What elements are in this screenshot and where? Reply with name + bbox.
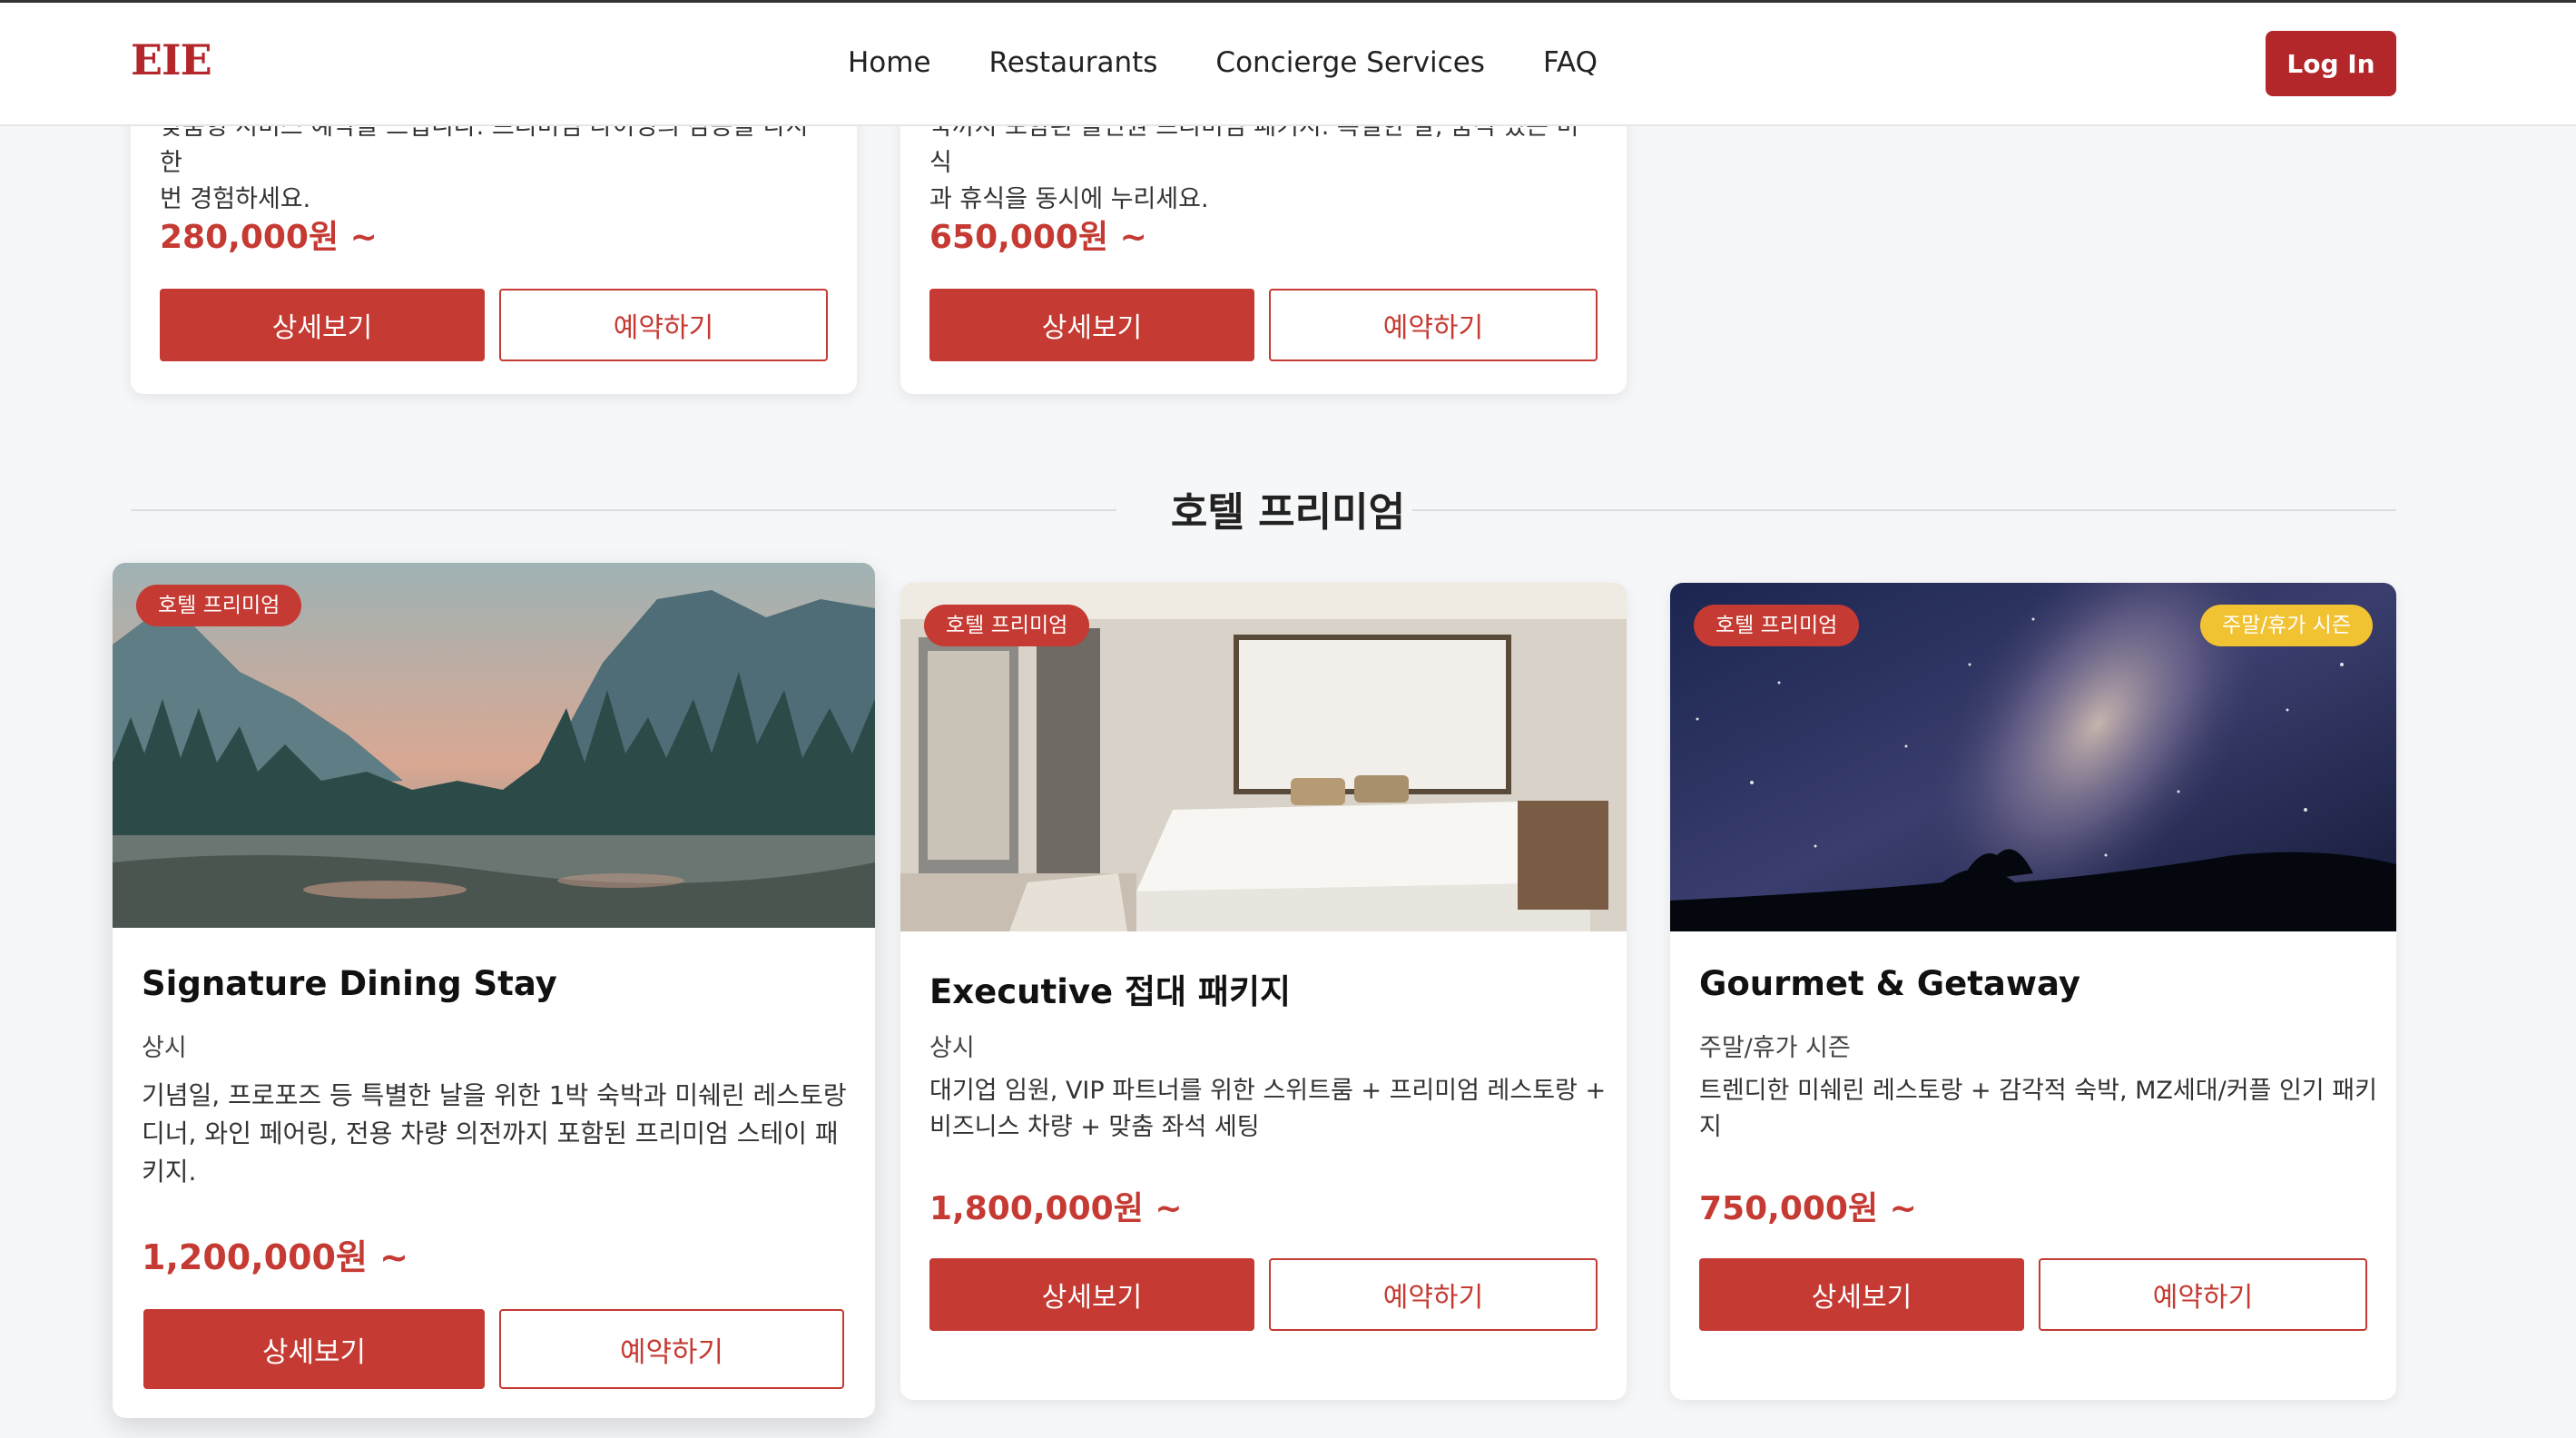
- reserve-button[interactable]: 예약하기: [499, 289, 828, 361]
- card-description: 기념일, 프로포즈 등 특별한 날을 위한 1박 숙박과 미쉐린 레스토랑 디너…: [142, 1080, 847, 1187]
- season-badge: 주말/휴가 시즌: [2199, 605, 2373, 646]
- card-period: 상시: [142, 1034, 187, 1062]
- package-card[interactable]: 호텔 프리미엄 Signature Dining Stay 상시 기념일, 프로…: [113, 563, 875, 1418]
- category-badge: 호텔 프리미엄: [924, 605, 1090, 646]
- nav-faq[interactable]: FAQ: [1543, 46, 1598, 79]
- site-logo[interactable]: EIE: [131, 35, 212, 84]
- card-period: 상시: [929, 1034, 975, 1062]
- card-price: 650,000원 ~: [929, 219, 1147, 256]
- site-header: EIE Home Restaurants Concierge Services …: [0, 3, 2576, 126]
- nav-restaurants[interactable]: Restaurants: [989, 46, 1158, 79]
- card-price: 1,200,000원 ~: [142, 1237, 408, 1277]
- card-price: 1,800,000원 ~: [929, 1190, 1183, 1227]
- nav-home[interactable]: Home: [848, 46, 931, 79]
- detail-button[interactable]: 상세보기: [1699, 1258, 2024, 1331]
- nav-concierge-services[interactable]: Concierge Services: [1215, 46, 1485, 79]
- category-badge: 호텔 프리미엄: [1694, 605, 1860, 646]
- package-card[interactable]: 호텔 프리미엄 Executive 접대 패키지 상시 대기업 임원, VIP …: [900, 583, 1627, 1400]
- detail-button[interactable]: 상세보기: [160, 289, 485, 361]
- detail-button[interactable]: 상세보기: [929, 289, 1254, 361]
- detail-button[interactable]: 상세보기: [143, 1309, 485, 1389]
- reserve-button[interactable]: 예약하기: [499, 1309, 844, 1389]
- card-description: 대기업 임원, VIP 파트너를 위한 스위트룸 + 프리미엄 레스토랑 + 비…: [929, 1077, 1607, 1141]
- card-description: 트렌디한 미쉐린 레스토랑 + 감각적 숙박, MZ세대/커플 인기 패키 지: [1699, 1077, 2377, 1141]
- card-price: 280,000원 ~: [160, 219, 378, 256]
- reserve-button[interactable]: 예약하기: [2039, 1258, 2367, 1331]
- main-nav: Home Restaurants Concierge Services FAQ: [848, 46, 1598, 79]
- card-period: 주말/휴가 시즌: [1699, 1034, 1851, 1062]
- reserve-button[interactable]: 예약하기: [1269, 289, 1598, 361]
- card-title: Signature Dining Stay: [142, 964, 557, 1003]
- card-title: Executive 접대 패키지: [929, 972, 1292, 1011]
- card-price: 750,000원 ~: [1699, 1190, 1917, 1227]
- login-button[interactable]: Log In: [2266, 31, 2396, 96]
- section-title: 호텔 프리미엄: [1170, 489, 1406, 536]
- detail-button[interactable]: 상세보기: [929, 1258, 1254, 1331]
- package-card[interactable]: 호텔 프리미엄 주말/휴가 시즌 Gourmet & Getaway 주말/휴가…: [1670, 583, 2396, 1400]
- reserve-button[interactable]: 예약하기: [1269, 1258, 1598, 1331]
- card-title: Gourmet & Getaway: [1699, 964, 2080, 1003]
- category-badge: 호텔 프리미엄: [136, 585, 302, 626]
